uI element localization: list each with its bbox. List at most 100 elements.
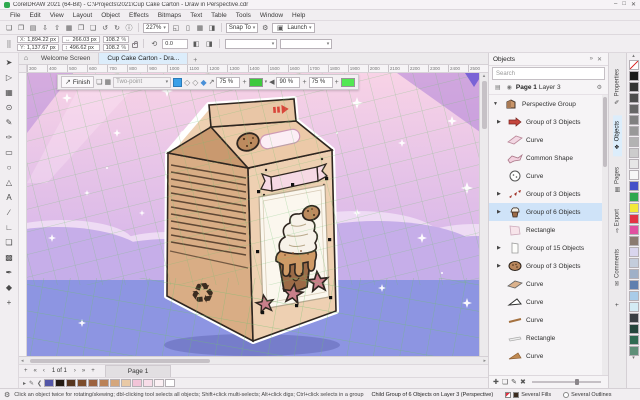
docker-tab-properties[interactable]: ✎Properties (613, 63, 622, 111)
palette-swatch[interactable] (629, 71, 639, 81)
artistic-media-tool[interactable]: ✑ (2, 130, 17, 145)
close-docker-icon[interactable]: ✕ (595, 56, 604, 63)
expand-icon[interactable]: ▼ (493, 101, 499, 107)
menu-view[interactable]: View (46, 11, 68, 20)
palette-swatch[interactable] (629, 126, 639, 136)
menu-effects[interactable]: Effects (125, 11, 153, 20)
document-palette-swatch[interactable] (66, 379, 76, 387)
line-opacity-field[interactable]: 75 % (309, 77, 333, 88)
scale-h-field[interactable]: 108.2% (103, 36, 130, 43)
document-palette-swatch[interactable] (55, 379, 65, 387)
undo-icon[interactable]: ↺ (100, 23, 110, 33)
tab-cupcake-carton[interactable]: Cup Cake Carton - Dra... (99, 53, 188, 64)
outline-style-combo[interactable]: ▾ (225, 39, 277, 49)
pick-tool[interactable]: ➤ (2, 55, 17, 70)
document-palette-swatch[interactable] (99, 379, 109, 387)
tree-item-1[interactable]: ▶Group of 3 Objects (489, 113, 608, 131)
fullscreen-icon[interactable]: ◱ (171, 23, 181, 33)
previous-page-button[interactable]: ‹ (41, 368, 47, 374)
palette-eyedropper-icon[interactable]: ✎ (28, 380, 35, 387)
layer-label[interactable]: Layer 3 (539, 84, 561, 91)
expand-icon[interactable]: ▶ (497, 191, 503, 197)
palette-flyout-icon[interactable]: ▸ (22, 380, 27, 387)
tree-item-0[interactable]: ▼Perspective Group (489, 95, 608, 113)
document-palette-swatch[interactable] (110, 379, 120, 387)
add-page-before-button[interactable]: + (22, 368, 30, 374)
object-y-field[interactable]: Y:1,137.67 px (17, 44, 59, 51)
tree-item-8[interactable]: ▶Group of 15 Objects (489, 239, 608, 257)
opacity-slider[interactable] (532, 381, 601, 383)
eyedropper-tool[interactable]: ✒ (2, 265, 17, 280)
first-page-button[interactable]: « (32, 368, 39, 374)
new-tab-button[interactable]: + (188, 57, 202, 64)
palette-swatch[interactable] (629, 302, 639, 312)
palette-swatch[interactable] (629, 115, 639, 125)
palette-swatch[interactable] (629, 104, 639, 114)
finish-button[interactable]: ↗ Finish (61, 76, 94, 88)
tree-item-7[interactable]: Rectangle (489, 221, 608, 239)
crop-tool[interactable]: ▦ (2, 85, 17, 100)
ellipse-tool[interactable]: ○ (2, 160, 17, 175)
new-master-layer-icon[interactable]: ❏ (502, 378, 508, 386)
menu-layout[interactable]: Layout (69, 11, 97, 20)
collapse-docker-icon[interactable]: » (588, 56, 595, 62)
horizontal-ruler[interactable]: 3004005006007008009001000110012001300140… (27, 65, 488, 72)
scale-v-field[interactable]: 108.2% (103, 44, 130, 51)
objects-scrollbar[interactable] (602, 95, 608, 375)
launch-dropdown[interactable]: ▣ Launch▾ (272, 23, 314, 33)
palette-swatch[interactable] (629, 236, 639, 246)
add-page-after-button[interactable]: + (89, 368, 97, 374)
palette-scroll-up-icon[interactable]: ▴ (632, 54, 635, 59)
expand-icon[interactable]: ▶ (497, 119, 503, 125)
menu-edit[interactable]: Edit (25, 11, 44, 20)
tree-item-11[interactable]: Curve (489, 293, 608, 311)
palette-swatch[interactable] (629, 214, 639, 224)
new-layer-icon[interactable]: ✚ (493, 378, 499, 386)
ruler-origin[interactable] (19, 65, 27, 72)
horizon-opacity-field[interactable]: 90 % (276, 77, 300, 88)
zoom-tool[interactable]: ⊙ (2, 100, 17, 115)
document-palette-swatch[interactable] (165, 379, 175, 387)
interactive-fill-tool[interactable]: ◆ (2, 280, 17, 295)
plane-top-icon[interactable]: ◇ (184, 78, 190, 87)
tree-item-12[interactable]: Curve (489, 311, 608, 329)
horizon-line-toggle[interactable] (173, 78, 182, 87)
document-palette-swatch[interactable] (77, 379, 87, 387)
palette-swatch[interactable] (629, 60, 639, 70)
print-icon[interactable]: ▦ (64, 23, 74, 33)
tree-item-3[interactable]: Common Shape (489, 149, 608, 167)
tree-item-13[interactable]: Rectangle (489, 329, 608, 347)
preview-icon[interactable]: ◨ (207, 23, 217, 33)
canvas-horizontal-scrollbar[interactable]: ◂▸ (19, 356, 488, 364)
redo-icon[interactable]: ↻ (112, 23, 122, 33)
edit-layer-icon[interactable]: ✎ (511, 378, 517, 386)
customize-toolbox[interactable]: + (2, 295, 17, 310)
perspective-settings-icon[interactable]: ❏ (96, 78, 102, 86)
rectangle-tool[interactable]: ▭ (2, 145, 17, 160)
docker-tab-+[interactable]: + (614, 297, 622, 313)
palette-swatch[interactable] (629, 258, 639, 268)
import-icon[interactable]: ⇩ (40, 23, 50, 33)
menu-table[interactable]: Table (207, 11, 231, 20)
palette-scroll-down-icon[interactable]: ▾ (632, 356, 635, 361)
vertical-ruler[interactable]: 1700160015001400130012001100100090080070… (19, 73, 27, 356)
connector-tool[interactable]: ∟ (2, 220, 17, 235)
perspective-type-combo[interactable]: Two-point▾ (113, 77, 171, 88)
palette-swatch[interactable] (629, 148, 639, 158)
grid-icon[interactable]: ▦ (195, 23, 205, 33)
tree-item-14[interactable]: Curve (489, 347, 608, 365)
document-palette-swatch[interactable] (121, 379, 131, 387)
palette-swatch[interactable] (629, 192, 639, 202)
open-icon[interactable]: ❐ (16, 23, 26, 33)
polygon-tool[interactable]: △ (2, 175, 17, 190)
document-palette-swatch[interactable] (88, 379, 98, 387)
dimension-tool[interactable]: ∕ (2, 205, 17, 220)
back-icon[interactable]: ◀ (269, 78, 274, 86)
shape-tool[interactable]: ▷ (2, 70, 17, 85)
info-icon[interactable]: ⓘ (124, 23, 134, 33)
copy-icon[interactable]: ❒ (76, 23, 86, 33)
show-page-icon[interactable]: ▯ (183, 23, 193, 33)
save-icon[interactable]: ▤ (28, 23, 38, 33)
paste-icon[interactable]: ❑ (88, 23, 98, 33)
minimize-button[interactable]: – (614, 1, 617, 8)
